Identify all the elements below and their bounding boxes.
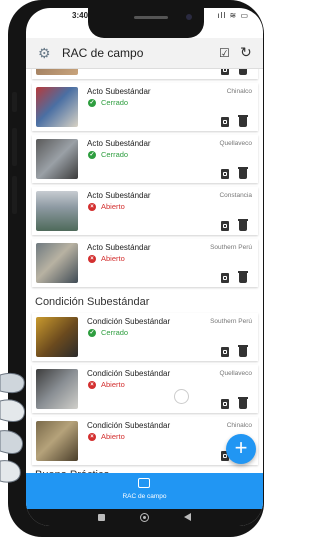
trash-icon[interactable] bbox=[238, 271, 248, 283]
card-title: Acto Subestándar bbox=[87, 243, 151, 252]
trash-icon[interactable] bbox=[238, 345, 248, 357]
check-circle-icon: ✓ bbox=[88, 329, 96, 337]
phone-frame: 3:40 ıll ≋ ▭ ⚙ RAC de campo ☑ ↻ Acto Sub… bbox=[8, 0, 264, 537]
thumbnail bbox=[36, 369, 78, 409]
status-time: 3:40 bbox=[72, 11, 89, 20]
system-nav-bar bbox=[26, 509, 263, 526]
cancel-circle-icon: × bbox=[88, 381, 96, 389]
pdf-icon[interactable] bbox=[221, 69, 229, 75]
section-header: Condición Subestándar bbox=[35, 296, 150, 308]
trash-icon[interactable] bbox=[238, 219, 248, 231]
thumbnail bbox=[36, 317, 78, 357]
status-text: Abierto bbox=[101, 432, 125, 441]
status-text: Cerrado bbox=[101, 150, 129, 159]
list-item[interactable]: Acto Subestándar ✓ Cerrado Quellaveco bbox=[32, 135, 258, 183]
card-title: Condición Subestándar bbox=[87, 317, 171, 326]
trash-icon[interactable] bbox=[238, 167, 248, 179]
rac-list[interactable]: Acto Subestándar ✓ Cerrado Chinalco Acto… bbox=[26, 69, 263, 481]
card-title: Condición Subestándar bbox=[87, 369, 171, 378]
trash-icon[interactable] bbox=[239, 69, 247, 75]
status-text: Cerrado bbox=[101, 98, 129, 107]
location: Southern Perú bbox=[210, 318, 252, 325]
location: Constancia bbox=[219, 192, 252, 199]
cancel-circle-icon: × bbox=[88, 255, 96, 263]
recents-icon[interactable] bbox=[98, 514, 105, 521]
location: Quellaveco bbox=[219, 370, 252, 377]
thumbnail bbox=[36, 191, 78, 231]
card-title: Acto Subestándar bbox=[87, 191, 151, 200]
camera-notch bbox=[88, 8, 204, 38]
thumbnail bbox=[36, 87, 78, 127]
card-title: Acto Subestándar bbox=[87, 139, 151, 148]
calendar-icon bbox=[138, 478, 150, 488]
pdf-icon[interactable] bbox=[221, 347, 229, 357]
check-circle-icon: ✓ bbox=[88, 99, 96, 107]
list-item[interactable]: Condición Subestándar ✓ Cerrado Southern… bbox=[32, 313, 258, 361]
back-icon[interactable] bbox=[184, 513, 191, 521]
system-icons: ıll ≋ ▭ bbox=[217, 11, 249, 20]
trash-icon[interactable] bbox=[238, 397, 248, 409]
list-item[interactable]: Condición Subestándar × Abierto Quellave… bbox=[32, 365, 258, 413]
status-text: Abierto bbox=[101, 380, 125, 389]
screen: 3:40 ıll ≋ ▭ ⚙ RAC de campo ☑ ↻ Acto Sub… bbox=[26, 8, 263, 526]
robot-arm-icon bbox=[0, 372, 25, 483]
pdf-icon[interactable] bbox=[221, 273, 229, 283]
app-title: RAC de campo bbox=[62, 46, 144, 60]
status-text: Cerrado bbox=[101, 328, 129, 337]
card-title: Condición Subestándar bbox=[87, 421, 171, 430]
trash-icon[interactable] bbox=[238, 115, 248, 127]
list-item[interactable]: Condición Subestándar × Abierto Chinalco bbox=[32, 417, 258, 465]
home-icon[interactable] bbox=[140, 513, 149, 522]
app-bar: ⚙ RAC de campo ☑ ↻ bbox=[26, 38, 263, 69]
front-camera bbox=[186, 14, 192, 20]
card-title: Acto Subestándar bbox=[87, 87, 151, 96]
nav-label: RAC de campo bbox=[122, 493, 167, 500]
pdf-icon[interactable] bbox=[221, 117, 229, 127]
touch-indicator bbox=[174, 389, 189, 404]
location: Chinalco bbox=[226, 422, 252, 429]
thumbnail bbox=[36, 243, 78, 283]
location: Quellaveco bbox=[219, 140, 252, 147]
pdf-icon[interactable] bbox=[221, 221, 229, 231]
list-item[interactable]: Acto Subestándar ✓ Cerrado Chinalco bbox=[32, 83, 258, 131]
cancel-circle-icon: × bbox=[88, 203, 96, 211]
side-button bbox=[12, 92, 17, 112]
pdf-icon[interactable] bbox=[221, 399, 229, 409]
gears-icon: ⚙ bbox=[38, 45, 51, 61]
list-item[interactable] bbox=[32, 69, 258, 79]
thumbnail bbox=[36, 421, 78, 461]
thumbnail bbox=[36, 139, 78, 179]
thumbnail bbox=[36, 69, 78, 75]
volume-down-button bbox=[12, 176, 17, 214]
list-item[interactable]: Acto Subestándar × Abierto Southern Perú bbox=[32, 239, 258, 287]
volume-up-button bbox=[12, 128, 17, 166]
check-circle-icon: ✓ bbox=[88, 151, 96, 159]
status-text: Abierto bbox=[101, 202, 125, 211]
location: Southern Perú bbox=[210, 244, 252, 251]
bottom-nav[interactable]: RAC de campo bbox=[26, 473, 263, 509]
refresh-icon[interactable]: ↻ bbox=[240, 44, 252, 61]
checkbox-icon[interactable]: ☑ bbox=[219, 46, 230, 60]
pdf-icon[interactable] bbox=[221, 169, 229, 179]
cancel-circle-icon: × bbox=[88, 433, 96, 441]
speaker-grille bbox=[134, 16, 168, 19]
status-text: Abierto bbox=[101, 254, 125, 263]
location: Chinalco bbox=[226, 88, 252, 95]
add-button[interactable]: + bbox=[226, 434, 256, 464]
list-item[interactable]: Acto Subestándar × Abierto Constancia bbox=[32, 187, 258, 235]
